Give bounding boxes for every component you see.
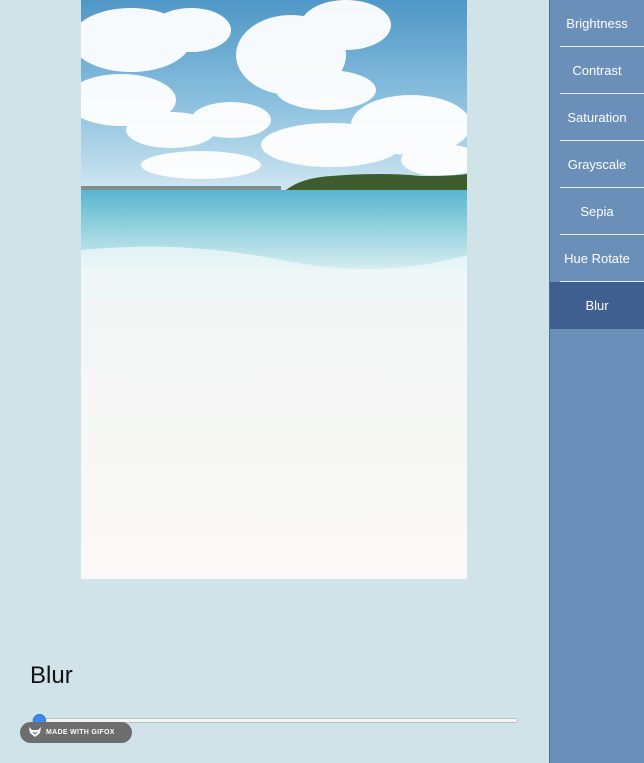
badge-label: MADE WITH GIFOX — [46, 729, 115, 736]
sidebar-item-label: Grayscale — [567, 157, 627, 172]
beach-image — [81, 0, 467, 579]
sidebar-item-sepia[interactable]: Sepia — [550, 188, 644, 235]
filter-title: Blur — [30, 662, 73, 689]
sidebar-item-grayscale[interactable]: Grayscale — [550, 141, 644, 188]
sidebar-item-hue-rotate[interactable]: Hue Rotate — [550, 235, 644, 282]
filter-sidebar: Brightness Contrast Saturation Grayscale… — [549, 0, 644, 763]
gifox-badge: MADE WITH GIFOX — [20, 722, 132, 743]
filter-app: Blur MADE WITH GIFOX Brightness Contrast… — [0, 0, 644, 763]
sidebar-item-saturation[interactable]: Saturation — [550, 94, 644, 141]
sidebar-item-label: Saturation — [567, 110, 627, 125]
sidebar-item-label: Blur — [585, 298, 609, 313]
sidebar-item-contrast[interactable]: Contrast — [550, 47, 644, 94]
sidebar-item-label: Brightness — [566, 16, 628, 31]
sidebar-item-brightness[interactable]: Brightness — [550, 0, 644, 47]
beach-photo — [81, 0, 467, 579]
sidebar-item-label: Hue Rotate — [564, 251, 630, 266]
sidebar-item-label: Sepia — [580, 204, 614, 219]
preview-area: Blur MADE WITH GIFOX — [0, 0, 549, 763]
sidebar-item-blur[interactable]: Blur — [550, 282, 644, 329]
fox-logo-icon — [28, 726, 42, 740]
sidebar-item-label: Contrast — [572, 63, 622, 78]
